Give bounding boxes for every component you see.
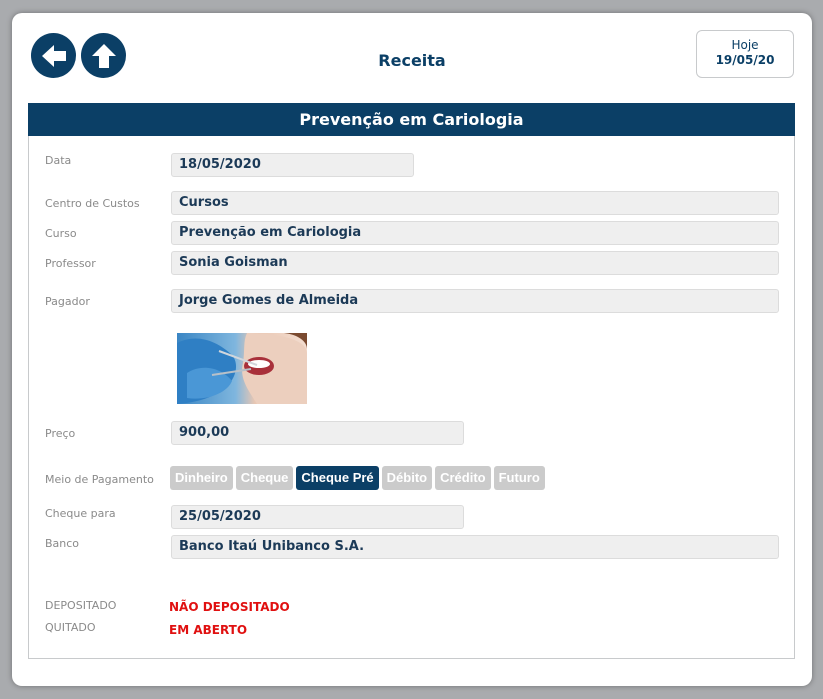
meio-label: Meio de Pagamento	[45, 473, 154, 486]
cheque-label: Cheque para	[45, 507, 116, 520]
payment-futuro-button[interactable]: Futuro	[493, 466, 545, 490]
payment-cheque-pre-button[interactable]: Cheque Pré	[296, 466, 379, 490]
quitado-status: EM ABERTO	[169, 623, 248, 637]
preco-label: Preço	[45, 427, 76, 440]
data-field[interactable]: 18/05/2020	[171, 153, 414, 177]
payment-method-group: Dinheiro Cheque Cheque Pré Débito Crédit…	[170, 466, 545, 490]
today-date: 19/05/20	[715, 53, 775, 67]
payment-cheque-button[interactable]: Cheque	[235, 466, 294, 490]
curso-label: Curso	[45, 227, 77, 240]
page-title: Receita	[378, 51, 446, 70]
professor-field[interactable]: Sonia Goisman	[171, 251, 779, 275]
panel-title: Prevenção em Cariologia	[28, 103, 795, 136]
back-button[interactable]	[31, 33, 76, 78]
form-panel	[28, 103, 795, 659]
professor-label: Professor	[45, 257, 96, 270]
arrow-left-icon	[41, 44, 66, 67]
today-label: Hoje	[731, 38, 759, 52]
depositado-status: NÃO DEPOSITADO	[169, 600, 290, 614]
arrow-up-icon	[91, 43, 116, 68]
course-photo	[177, 333, 307, 404]
payment-credito-button[interactable]: Crédito	[435, 466, 491, 490]
banco-field[interactable]: Banco Itaú Unibanco S.A.	[171, 535, 779, 559]
pagador-label: Pagador	[45, 295, 90, 308]
up-button[interactable]	[81, 33, 126, 78]
curso-field[interactable]: Prevenção em Cariologia	[171, 221, 779, 245]
banco-label: Banco	[45, 537, 80, 550]
payment-debito-button[interactable]: Débito	[381, 466, 433, 490]
preco-field[interactable]: 900,00	[171, 421, 464, 445]
payment-dinheiro-button[interactable]: Dinheiro	[170, 466, 233, 490]
cheque-field[interactable]: 25/05/2020	[171, 505, 464, 529]
centro-label: Centro de Custos	[45, 197, 140, 210]
data-label: Data	[45, 154, 72, 167]
depositado-label: DEPOSITADO	[45, 599, 117, 612]
receipt-window: Receita Hoje 19/05/20 Prevenção em Cario…	[12, 13, 812, 686]
today-box: Hoje 19/05/20	[696, 30, 794, 78]
pagador-field[interactable]: Jorge Gomes de Almeida	[171, 289, 779, 313]
centro-field[interactable]: Cursos	[171, 191, 779, 215]
quitado-label: QUITADO	[45, 621, 96, 634]
